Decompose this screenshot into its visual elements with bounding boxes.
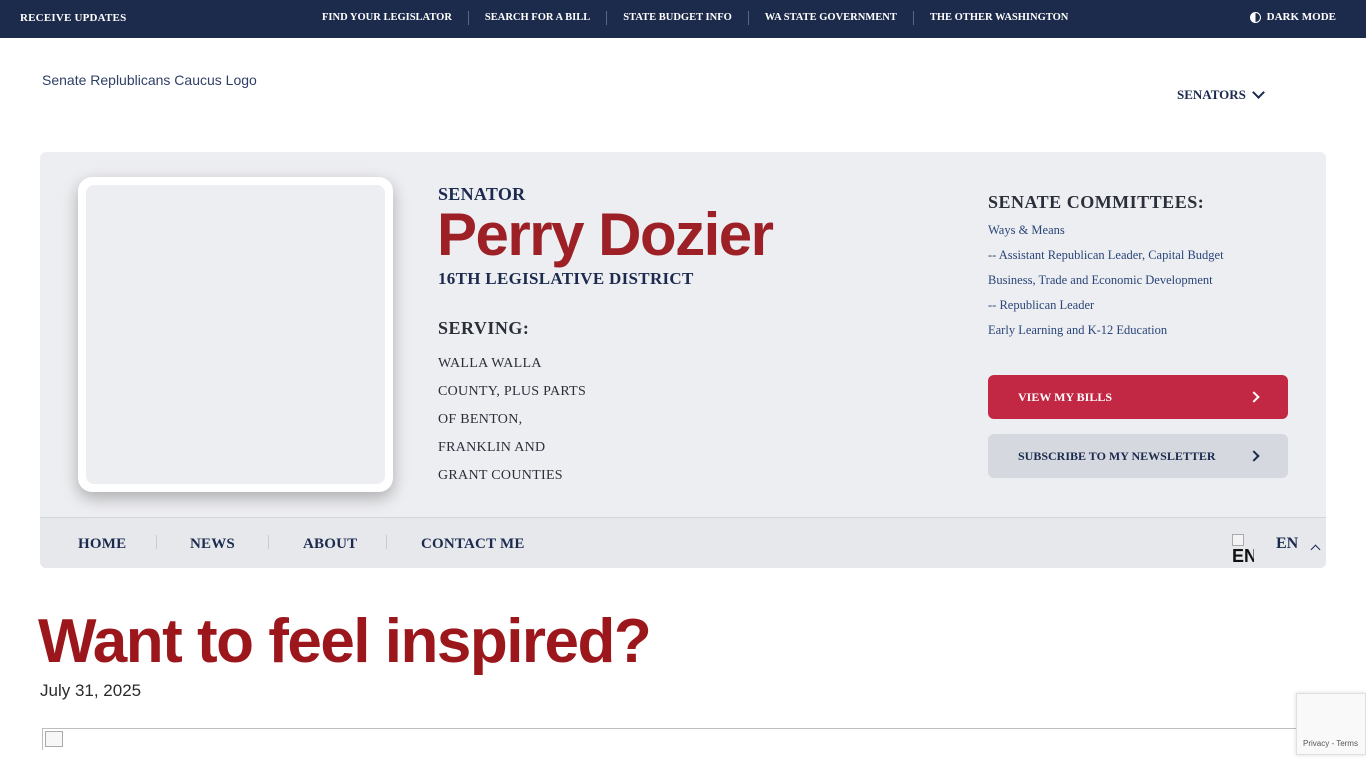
senators-menu-label: SENATORS (1177, 87, 1246, 102)
view-bills-button[interactable]: VIEW MY BILLS (988, 375, 1288, 419)
committee-list: Ways & Means -- Assistant Republican Lea… (988, 218, 1224, 343)
legislative-district: 16TH LEGISLATIVE DISTRICT (438, 269, 694, 288)
contrast-icon (1249, 11, 1261, 23)
subscribe-newsletter-button[interactable]: SUBSCRIBE TO MY NEWSLETTER (988, 434, 1288, 478)
subscribe-newsletter-label: SUBSCRIBE TO MY NEWSLETTER (1018, 448, 1216, 463)
chevron-down-icon (1252, 86, 1265, 99)
committee-item: Ways & Means (988, 223, 1065, 237)
recaptcha-badge[interactable]: Privacy - Terms (1296, 693, 1366, 755)
article-date: July 31, 2025 (40, 681, 142, 700)
senator-profile-card: SENATOR Perry Dozier 16TH LEGISLATIVE DI… (40, 152, 1326, 568)
committee-item: Early Learning and K-12 Education (988, 323, 1168, 337)
dark-mode-toggle[interactable]: DARK MODE (1249, 11, 1336, 23)
committees-heading: SENATE COMMITTEES: (988, 192, 1205, 212)
site-logo[interactable]: Senate Replublicans Caucus Logo (40, 72, 257, 88)
top-utility-bar: RECEIVE UPDATES FIND YOUR LEGISLATOR SEA… (0, 0, 1366, 38)
nav-divider (386, 535, 387, 549)
photo-placeholder (86, 185, 385, 484)
senator-nav: HOME NEWS ABOUT CONTACT ME EN EN (40, 517, 1326, 568)
serving-line: WALLA WALLA (438, 356, 542, 371)
committee-item: Business, Trade and Economic Development (988, 273, 1213, 287)
nav-home[interactable]: HOME (78, 536, 126, 553)
wa-state-government-link[interactable]: WA STATE GOVERNMENT (747, 11, 913, 25)
nav-divider (268, 535, 269, 549)
committee-item: -- Republican Leader (988, 298, 1095, 312)
nav-contact[interactable]: CONTACT ME (421, 536, 525, 553)
serving-heading: SERVING: (438, 318, 530, 338)
nav-about[interactable]: ABOUT (303, 536, 357, 553)
committee-item: -- Assistant Republican Leader, Capital … (988, 248, 1224, 262)
broken-image-icon (1232, 534, 1244, 546)
serving-area: WALLA WALLA COUNTY, PLUS PARTS OF BENTON… (438, 350, 586, 490)
other-washington-link[interactable]: THE OTHER WASHINGTON (912, 11, 1084, 25)
utility-links: FIND YOUR LEGISLATOR SEARCH FOR A BILL S… (306, 11, 1084, 25)
senator-name: Perry Dozier (437, 201, 774, 268)
serving-line: GRANT COUNTIES (438, 468, 563, 483)
state-budget-link[interactable]: STATE BUDGET INFO (606, 11, 748, 25)
view-bills-label: VIEW MY BILLS (1018, 389, 1113, 404)
senators-menu[interactable]: SENATORS (1177, 86, 1265, 103)
chevron-up-icon (1310, 544, 1321, 554)
nav-divider (156, 535, 157, 549)
chevron-right-icon (1248, 450, 1260, 462)
senator-photo (78, 177, 393, 492)
chevron-right-icon (1248, 391, 1260, 403)
language-flag-alt-text: EN (1232, 546, 1254, 564)
dark-mode-label: DARK MODE (1266, 11, 1336, 23)
find-legislator-link[interactable]: FIND YOUR LEGISLATOR (306, 11, 468, 25)
article-image (42, 728, 1304, 750)
logo-alt-text: Senate Replublicans Caucus Logo (42, 72, 257, 88)
recaptcha-links[interactable]: Privacy - Terms (1303, 739, 1358, 748)
search-bill-link[interactable]: SEARCH FOR A BILL (467, 11, 606, 25)
nav-news[interactable]: NEWS (190, 536, 235, 553)
language-selector[interactable]: EN EN (1232, 530, 1321, 564)
serving-line: COUNTY, PLUS PARTS (438, 384, 587, 399)
receive-updates-link[interactable]: RECEIVE UPDATES (20, 12, 126, 24)
language-flag-icon: EN (1232, 530, 1254, 564)
serving-line: FRANKLIN AND (438, 440, 546, 455)
article-title: Want to feel inspired? (38, 607, 652, 676)
language-label: EN (1276, 535, 1299, 552)
serving-line: OF BENTON, (438, 412, 523, 427)
broken-image-icon (45, 731, 63, 747)
